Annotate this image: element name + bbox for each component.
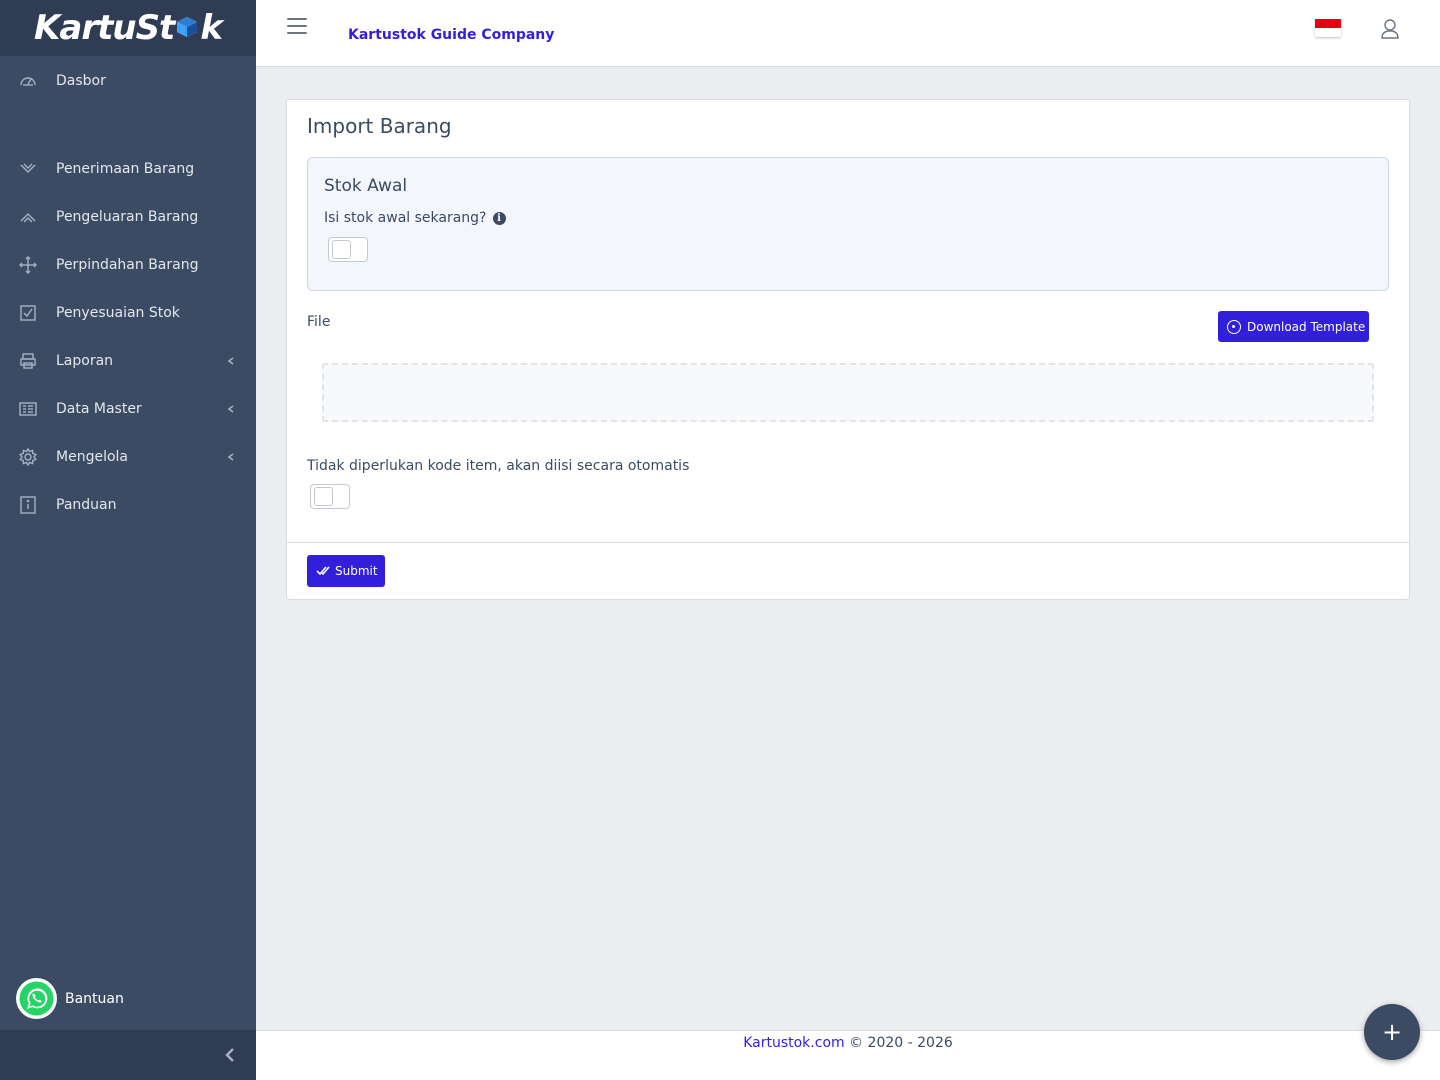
toggle-knob xyxy=(332,240,351,259)
company-name[interactable]: Kartustok Guide Company xyxy=(348,27,554,43)
download-template-label: Download Template xyxy=(1247,319,1366,334)
floating-add-button[interactable]: + xyxy=(1364,1004,1420,1060)
sidebar-item-label: Laporan xyxy=(56,353,114,369)
page-title: Import Barang xyxy=(307,114,452,138)
sidebar-item-label: Perpindahan Barang xyxy=(56,257,199,273)
cube-icon xyxy=(175,8,199,48)
info-icon xyxy=(19,496,37,514)
chevron-left-icon xyxy=(226,450,238,462)
sidebar-item-label: Penerimaan Barang xyxy=(56,161,195,177)
auto-code-label: Tidak diperlukan kode item, akan diisi s… xyxy=(307,458,690,474)
sidebar-footer xyxy=(0,1030,256,1080)
chevron-up-icon xyxy=(19,208,37,226)
sidebar-nav: Dasbor Penerimaan Barang Pengeluaran Bar… xyxy=(0,57,256,529)
sidebar-item-pengeluaran-barang[interactable]: Pengeluaran Barang xyxy=(0,193,256,241)
import-card: Import Barang Stok Awal Isi stok awal se… xyxy=(286,99,1410,600)
file-label: File xyxy=(307,314,331,330)
sidebar-item-label: Data Master xyxy=(56,401,142,417)
sidebar: KartuSt k Dasbor Penerimaan Barang Penge… xyxy=(0,0,256,1080)
card-footer-divider xyxy=(287,542,1409,543)
printer-icon xyxy=(19,352,37,370)
auto-code-toggle[interactable] xyxy=(310,484,350,509)
stok-awal-question-text: Isi stok awal sekarang? xyxy=(324,210,487,226)
indonesia-flag-icon[interactable] xyxy=(1315,19,1341,37)
user-icon[interactable] xyxy=(1380,18,1400,40)
gear-icon xyxy=(19,448,37,466)
toggle-knob xyxy=(314,487,333,506)
sidebar-item-penyesuaian-stok[interactable]: Penyesuaian Stok xyxy=(0,289,256,337)
file-dropzone[interactable] xyxy=(322,363,1374,422)
download-icon xyxy=(1227,319,1241,334)
sidebar-item-label: Dasbor xyxy=(56,73,106,89)
hamburger-menu-icon[interactable] xyxy=(287,18,307,36)
checkbox-icon xyxy=(19,304,37,322)
top-header: Kartustok Guide Company xyxy=(256,0,1440,67)
list-icon xyxy=(19,400,37,418)
footer-copyright: © 2020 - 2026 xyxy=(844,1035,953,1051)
sidebar-item-label: Panduan xyxy=(56,497,117,513)
sidebar-item-dasbor[interactable]: Dasbor xyxy=(0,57,256,105)
download-template-button[interactable]: Download Template xyxy=(1218,311,1369,342)
sidebar-collapse-icon[interactable] xyxy=(222,1047,238,1063)
sidebar-item-mengelola[interactable]: Mengelola xyxy=(0,433,256,481)
footer-text: Kartustok.com © 2020 - 2026 xyxy=(256,1035,1440,1051)
brand-logo[interactable]: KartuSt k xyxy=(0,0,256,56)
move-icon xyxy=(19,256,37,274)
chevron-down-icon xyxy=(19,160,37,178)
sidebar-item-panduan[interactable]: Panduan xyxy=(0,481,256,529)
sidebar-item-label: Penyesuaian Stok xyxy=(56,305,180,321)
sidebar-item-penerimaan-barang[interactable]: Penerimaan Barang xyxy=(0,145,256,193)
logo-text-end: k xyxy=(200,8,223,48)
logo-text: KartuSt xyxy=(34,8,175,48)
submit-label: Submit xyxy=(335,564,378,578)
sidebar-item-perpindahan-barang[interactable]: Perpindahan Barang xyxy=(0,241,256,289)
stok-awal-panel: Stok Awal Isi stok awal sekarang? i xyxy=(307,157,1389,291)
info-icon[interactable]: i xyxy=(492,211,506,225)
sidebar-item-laporan[interactable]: Laporan xyxy=(0,337,256,385)
stok-awal-question: Isi stok awal sekarang? i xyxy=(324,210,506,226)
footer-link[interactable]: Kartustok.com xyxy=(743,1035,844,1051)
page-footer: Kartustok.com © 2020 - 2026 xyxy=(256,1030,1440,1080)
double-check-icon xyxy=(316,566,330,576)
stok-awal-title: Stok Awal xyxy=(324,176,408,196)
chevron-left-icon xyxy=(226,354,238,366)
stok-awal-toggle[interactable] xyxy=(328,237,368,262)
submit-button[interactable]: Submit xyxy=(307,555,385,587)
help-link[interactable]: Bantuan xyxy=(16,978,124,1019)
whatsapp-icon xyxy=(16,978,57,1019)
chevron-left-icon xyxy=(226,402,238,414)
sidebar-item-data-master[interactable]: Data Master xyxy=(0,385,256,433)
help-label: Bantuan xyxy=(65,990,124,1007)
sidebar-item-label: Mengelola xyxy=(56,449,128,465)
speedometer-icon xyxy=(19,72,37,90)
plus-icon: + xyxy=(1381,1018,1403,1046)
sidebar-item-label: Pengeluaran Barang xyxy=(56,209,199,225)
nav-spacer xyxy=(0,105,256,145)
